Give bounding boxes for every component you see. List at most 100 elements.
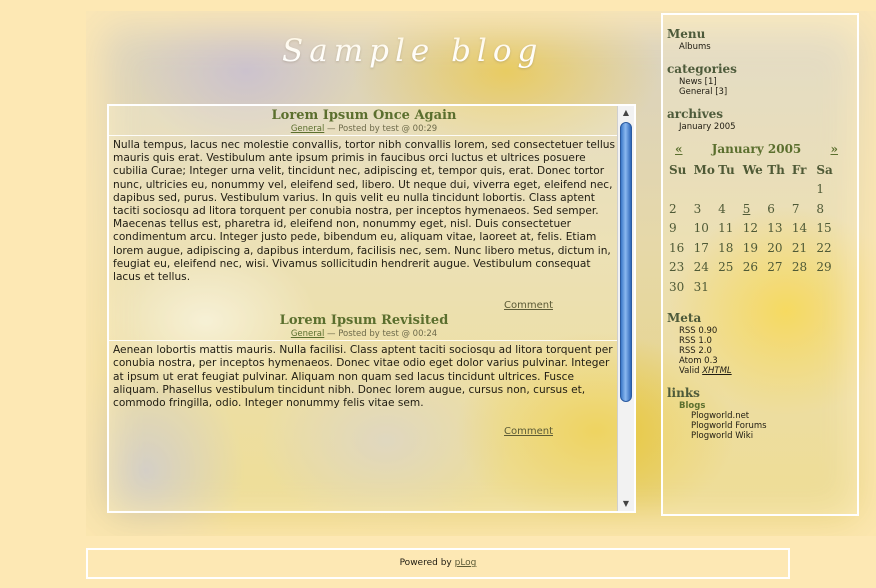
archives-heading: archives	[667, 107, 724, 121]
calendar-next-link[interactable]: »	[831, 142, 839, 156]
calendar-week: 16 17 18 19 20 21 22	[669, 238, 841, 258]
meta-item-rss-090[interactable]: RSS 0.90	[679, 326, 857, 336]
scroll-thumb[interactable]	[620, 122, 632, 402]
link-item-plogworld-wiki[interactable]: Plogworld Wiki	[679, 431, 857, 441]
calendar-day	[767, 180, 792, 200]
calendar-day: 4	[718, 201, 726, 216]
calendar-day: 8	[816, 201, 825, 216]
comment-link[interactable]: Comment	[504, 300, 553, 311]
archives-list: January 2005	[667, 122, 857, 132]
calendar-day	[743, 180, 768, 200]
category-item-general[interactable]: General [3]	[679, 87, 857, 97]
meta-item-rss-20[interactable]: RSS 2.0	[679, 346, 857, 356]
calendar-day: 17	[693, 240, 709, 255]
calendar-day: 14	[791, 221, 808, 236]
calendar-month: January 2005	[711, 142, 802, 156]
link-item-plogworld-net[interactable]: Plogworld.net	[679, 411, 857, 421]
menu-item-albums[interactable]: Albums	[679, 42, 857, 52]
calendar-day: 7	[791, 201, 800, 216]
weekday: Th	[767, 162, 785, 177]
weekday: Fr	[791, 162, 807, 177]
calendar-day: 1	[816, 182, 825, 197]
calendar-day: 22	[816, 240, 832, 255]
blog-title[interactable]: Sample blog	[282, 33, 543, 69]
post-meta-text: — Posted by test @ 00:24	[324, 329, 438, 340]
calendar-week: 9 10 11 12 13 14 15	[669, 219, 841, 239]
calendar-week: 2 3 4 5 6 7 8	[669, 199, 841, 219]
calendar-day: 16	[669, 240, 685, 255]
post-body: Nulla tempus, lacus nec molestie convall…	[113, 139, 615, 284]
scroll-down-arrow-icon[interactable]: ▼	[618, 497, 634, 511]
footer: Powered by pLog	[86, 548, 790, 579]
archive-item-january-2005[interactable]: January 2005	[679, 122, 857, 132]
post-category-link[interactable]: General	[291, 329, 325, 339]
calendar-day	[816, 277, 841, 297]
calendar-grid: Su Mo Tu We Th Fr Sa 1 2 3 4 5 6 7 8 9 1…	[669, 160, 841, 297]
calendar-week: 23 24 25 26 27 28 29	[669, 258, 841, 278]
calendar-day: 3	[693, 201, 702, 216]
calendar-day	[743, 277, 768, 297]
calendar-day: 13	[767, 221, 783, 236]
calendar-day: 19	[742, 240, 758, 255]
plog-link[interactable]: pLog	[455, 558, 477, 568]
calendar-day	[767, 277, 792, 297]
calendar-prev-link[interactable]: «	[675, 142, 683, 156]
calendar-day	[669, 180, 694, 200]
post-footer: Comment	[109, 426, 553, 437]
calendar-day: 28	[791, 260, 808, 275]
calendar-day: 30	[669, 279, 685, 294]
calendar-header: « January 2005 »	[669, 142, 844, 156]
calendar-day: 31	[693, 279, 709, 294]
meta-heading: Meta	[667, 310, 702, 325]
xhtml-link[interactable]: XHTML	[702, 366, 731, 376]
categories-list: News [1] General [3]	[667, 77, 857, 97]
post-title[interactable]: Lorem Ipsum Revisited	[109, 313, 619, 328]
comment-link[interactable]: Comment	[504, 426, 553, 437]
calendar-day: 26	[742, 260, 758, 275]
posts-panel[interactable]: Lorem Ipsum Once Again General — Posted …	[107, 104, 636, 513]
calendar-week: 30 31	[669, 277, 841, 297]
calendar-day: 18	[718, 240, 734, 255]
meta-item-atom-03[interactable]: Atom 0.3	[679, 356, 857, 366]
calendar-weekdays-row: Su Mo Tu We Th Fr Sa	[669, 160, 841, 180]
post-meta: General — Posted by test @ 00:24	[109, 329, 619, 342]
weekday: Tu	[718, 162, 735, 177]
weekday: Su	[669, 162, 687, 177]
menu-heading: Menu	[667, 27, 706, 41]
post-category-link[interactable]: General	[291, 124, 325, 134]
calendar-day: 10	[693, 221, 709, 236]
post-footer: Comment	[109, 300, 553, 311]
calendar-day: 12	[742, 221, 758, 236]
calendar: « January 2005 » Su Mo Tu We Th Fr Sa 1 …	[669, 142, 844, 297]
meta-item-valid-xhtml: Valid XHTML	[679, 366, 857, 376]
calendar-day: 24	[693, 260, 709, 275]
calendar-day: 20	[767, 240, 783, 255]
calendar-day-link[interactable]: 5	[743, 199, 768, 219]
valid-label: Valid	[679, 365, 703, 376]
link-item-plogworld-forums[interactable]: Plogworld Forums	[679, 421, 857, 431]
calendar-week: 1	[669, 180, 841, 200]
calendar-day: 15	[816, 221, 832, 236]
post-title[interactable]: Lorem Ipsum Once Again	[109, 108, 619, 123]
calendar-day: 27	[767, 260, 783, 275]
post-meta: General — Posted by test @ 00:29	[109, 124, 619, 136]
post: Lorem Ipsum Once Again General — Posted …	[109, 108, 619, 311]
links-group-blogs: Blogs	[679, 400, 706, 411]
category-item-news[interactable]: News [1]	[679, 77, 857, 87]
meta-item-rss-10[interactable]: RSS 1.0	[679, 336, 857, 346]
posts-list: Lorem Ipsum Once Again General — Posted …	[109, 106, 619, 511]
posts-scrollbar[interactable]: ▲ ▼	[617, 106, 634, 511]
calendar-day: 9	[669, 221, 677, 236]
calendar-day: 23	[669, 260, 685, 275]
sidebar: Menu Albums categories News [1] General …	[661, 13, 859, 516]
weekday: Mo	[693, 162, 715, 177]
links-list: Blogs Plogworld.net Plogworld Forums Plo…	[667, 401, 857, 441]
categories-heading: categories	[667, 62, 737, 76]
weekday: We	[742, 162, 763, 177]
calendar-day: 6	[767, 201, 775, 216]
footer-text: Powered by	[399, 558, 455, 568]
scroll-up-arrow-icon[interactable]: ▲	[618, 106, 634, 120]
menu-list: Albums	[667, 42, 857, 52]
calendar-day: 29	[816, 260, 832, 275]
post: Lorem Ipsum Revisited General — Posted b…	[109, 313, 619, 437]
